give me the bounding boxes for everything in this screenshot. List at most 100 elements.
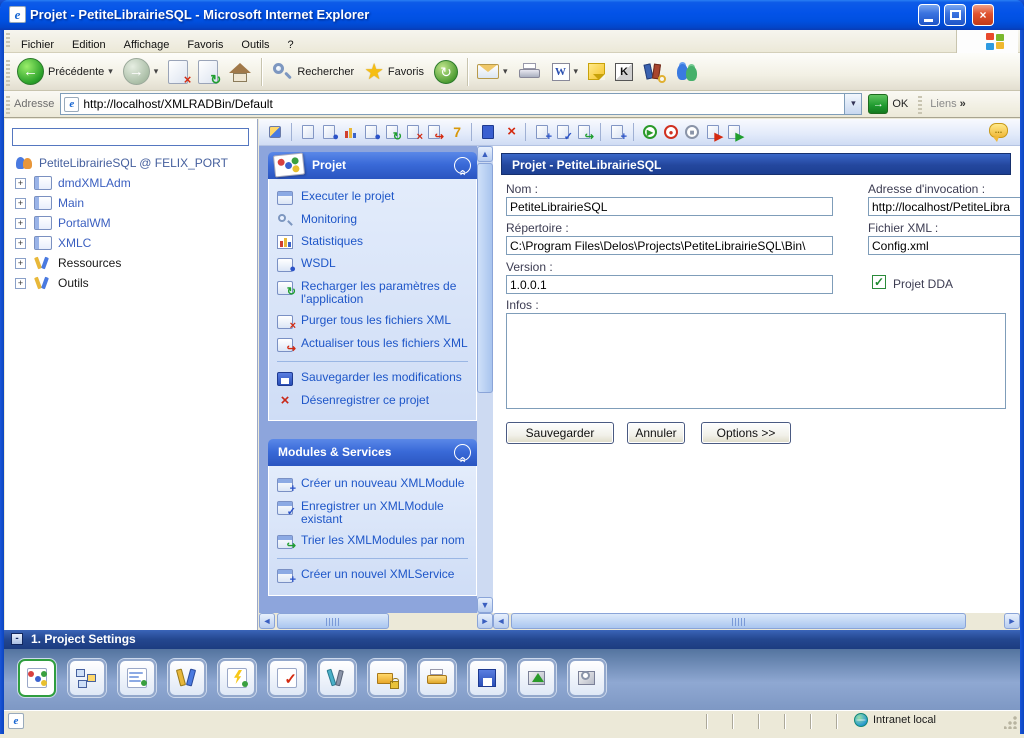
tree-item-outils[interactable]: + Outils bbox=[5, 273, 257, 293]
wizard-icon[interactable]: 7 bbox=[447, 124, 463, 140]
task-trier-xmlmodules[interactable]: ↪Trier les XMLModules par nom bbox=[275, 530, 470, 553]
research-button[interactable] bbox=[638, 56, 670, 88]
save-icon[interactable] bbox=[480, 124, 496, 140]
collapse-section-icon[interactable]: - bbox=[11, 633, 23, 645]
forward-dropdown-icon[interactable]: ▾ bbox=[154, 66, 159, 77]
scroll-thumb[interactable] bbox=[477, 163, 493, 393]
step-print-button[interactable] bbox=[418, 659, 456, 697]
repertoire-field[interactable] bbox=[506, 236, 833, 255]
new-module-icon[interactable]: + bbox=[534, 124, 550, 140]
infos-textarea[interactable] bbox=[506, 313, 1006, 409]
projet-pane-header[interactable]: Projet « bbox=[268, 152, 477, 179]
step-tools-button[interactable] bbox=[168, 659, 206, 697]
mail-button[interactable]: ▾ bbox=[472, 56, 513, 88]
task-statistiques[interactable]: Statistiques bbox=[275, 231, 470, 253]
history-button[interactable]: ↻ bbox=[429, 56, 463, 88]
sort-modules-icon[interactable]: ↪ bbox=[576, 124, 592, 140]
tree-filter-input[interactable] bbox=[12, 128, 249, 146]
statistics-icon[interactable] bbox=[342, 124, 358, 140]
help-bubble-icon[interactable]: ... bbox=[989, 123, 1008, 138]
version-field[interactable] bbox=[506, 275, 833, 294]
close-button[interactable]: × bbox=[972, 4, 994, 26]
reload-params-icon[interactable]: ↻ bbox=[384, 124, 400, 140]
fichier-xml-field[interactable] bbox=[868, 236, 1020, 255]
annuler-button[interactable]: Annuler bbox=[627, 422, 685, 444]
task-enregistrer-xmlmodule[interactable]: ✓Enregistrer un XMLModule existant bbox=[275, 496, 470, 530]
monitor-play-icon[interactable]: ▶ bbox=[705, 124, 721, 140]
mail-dropdown-icon[interactable]: ▾ bbox=[503, 66, 508, 77]
options-button[interactable]: Options >> bbox=[701, 422, 791, 444]
task-recharger-parametres[interactable]: ↻Recharger les paramètres de l'applicati… bbox=[275, 276, 470, 310]
taskpane-horizontal-scrollbar[interactable]: ◄ ► bbox=[259, 613, 493, 629]
step-design-button[interactable] bbox=[318, 659, 356, 697]
step-project-settings-button[interactable] bbox=[18, 659, 56, 697]
monitoring-icon[interactable]: ● bbox=[321, 124, 337, 140]
tree-item-xmlc[interactable]: + XMLC bbox=[5, 233, 257, 253]
edit-dropdown-icon[interactable]: ▾ bbox=[574, 66, 579, 77]
expand-icon[interactable]: + bbox=[15, 178, 26, 189]
tree-item-main[interactable]: + Main bbox=[5, 193, 257, 213]
step-save-button[interactable] bbox=[468, 659, 506, 697]
start-icon[interactable]: ▶ bbox=[642, 124, 658, 140]
adresse-invocation-field[interactable] bbox=[868, 197, 1020, 216]
tree-item-ressources[interactable]: + Ressources bbox=[5, 253, 257, 273]
scroll-down-button[interactable]: ▼ bbox=[477, 597, 493, 613]
step-modules-button[interactable] bbox=[68, 659, 106, 697]
nom-field[interactable] bbox=[506, 197, 833, 216]
wsdl-icon[interactable]: ● bbox=[363, 124, 379, 140]
back-button[interactable]: ← Précédente ▾ bbox=[12, 56, 118, 88]
task-purger-xml[interactable]: ×Purger tous les fichiers XML bbox=[275, 310, 470, 333]
tree-root[interactable]: PetiteLibrairieSQL @ FELIX_PORT bbox=[5, 153, 257, 173]
step-services-button[interactable] bbox=[118, 659, 156, 697]
links-bar[interactable]: Liens » bbox=[930, 98, 965, 110]
play-frame-icon[interactable]: ▶ bbox=[726, 124, 742, 140]
sauvegarder-button[interactable]: Sauvegarder bbox=[506, 422, 614, 444]
home-button[interactable] bbox=[223, 56, 257, 88]
tree-item-dmdxmladm[interactable]: + dmdXMLAdm bbox=[5, 173, 257, 193]
expand-icon[interactable]: + bbox=[15, 258, 26, 269]
expand-icon[interactable]: + bbox=[15, 238, 26, 249]
register-module-icon[interactable]: ✓ bbox=[555, 124, 571, 140]
forward-button[interactable]: → ▾ bbox=[118, 56, 164, 88]
modules-pane-header[interactable]: Modules & Services « bbox=[268, 439, 477, 466]
scroll-thumb[interactable] bbox=[277, 613, 389, 629]
new-service-icon[interactable]: + bbox=[609, 124, 625, 140]
taskpane-vertical-scrollbar[interactable]: ▲ ▼ bbox=[477, 146, 493, 613]
task-desenregistrer-projet[interactable]: ×Désenregistrer ce projet bbox=[275, 390, 470, 412]
scroll-left-button[interactable]: ◄ bbox=[259, 613, 275, 629]
resize-grip[interactable] bbox=[1004, 716, 1017, 729]
expand-icon[interactable]: + bbox=[15, 218, 26, 229]
back-dropdown-icon[interactable]: ▾ bbox=[108, 66, 113, 77]
step-checklist-button[interactable]: ✓ bbox=[268, 659, 306, 697]
stop-icon[interactable]: ■ bbox=[684, 124, 700, 140]
task-actualiser-xml[interactable]: ↪Actualiser tous les fichiers XML bbox=[275, 333, 470, 356]
task-executer-projet[interactable]: Executer le projet bbox=[275, 186, 470, 209]
task-creer-xmlservice[interactable]: +Créer un nouvel XMLService bbox=[275, 564, 470, 587]
task-wsdl[interactable]: ●WSDL bbox=[275, 253, 470, 276]
url-dropdown-button[interactable]: ▾ bbox=[844, 94, 861, 114]
record-icon[interactable]: ● bbox=[663, 124, 679, 140]
scroll-thumb[interactable] bbox=[511, 613, 966, 629]
scroll-up-button[interactable]: ▲ bbox=[477, 146, 493, 162]
refresh-xml-icon[interactable]: ↪ bbox=[426, 124, 442, 140]
form-horizontal-scrollbar[interactable]: ◄ ► bbox=[493, 613, 1020, 629]
search-button[interactable]: Rechercher bbox=[266, 56, 359, 88]
step-generate-button[interactable] bbox=[218, 659, 256, 697]
package-icon[interactable] bbox=[267, 124, 283, 140]
scroll-right-button[interactable]: ► bbox=[477, 613, 493, 629]
tree-item-portalwm[interactable]: + PortalWM bbox=[5, 213, 257, 233]
task-monitoring[interactable]: Monitoring bbox=[275, 209, 470, 231]
go-button[interactable]: → OK bbox=[868, 94, 908, 114]
collapse-chevron-icon[interactable]: « bbox=[454, 444, 471, 461]
scroll-left-button[interactable]: ◄ bbox=[493, 613, 509, 629]
notes-button[interactable] bbox=[583, 56, 610, 88]
scroll-right-button[interactable]: ► bbox=[1004, 613, 1020, 629]
run-project-icon[interactable] bbox=[300, 124, 316, 140]
edit-word-button[interactable]: W ▾ bbox=[547, 56, 584, 88]
print-button[interactable] bbox=[513, 56, 547, 88]
antivirus-button[interactable]: K bbox=[610, 56, 638, 88]
collapse-chevron-icon[interactable]: « bbox=[454, 157, 471, 174]
stop-button[interactable]: × bbox=[163, 56, 193, 88]
purge-xml-icon[interactable]: × bbox=[405, 124, 421, 140]
delete-icon[interactable]: × bbox=[501, 124, 517, 140]
